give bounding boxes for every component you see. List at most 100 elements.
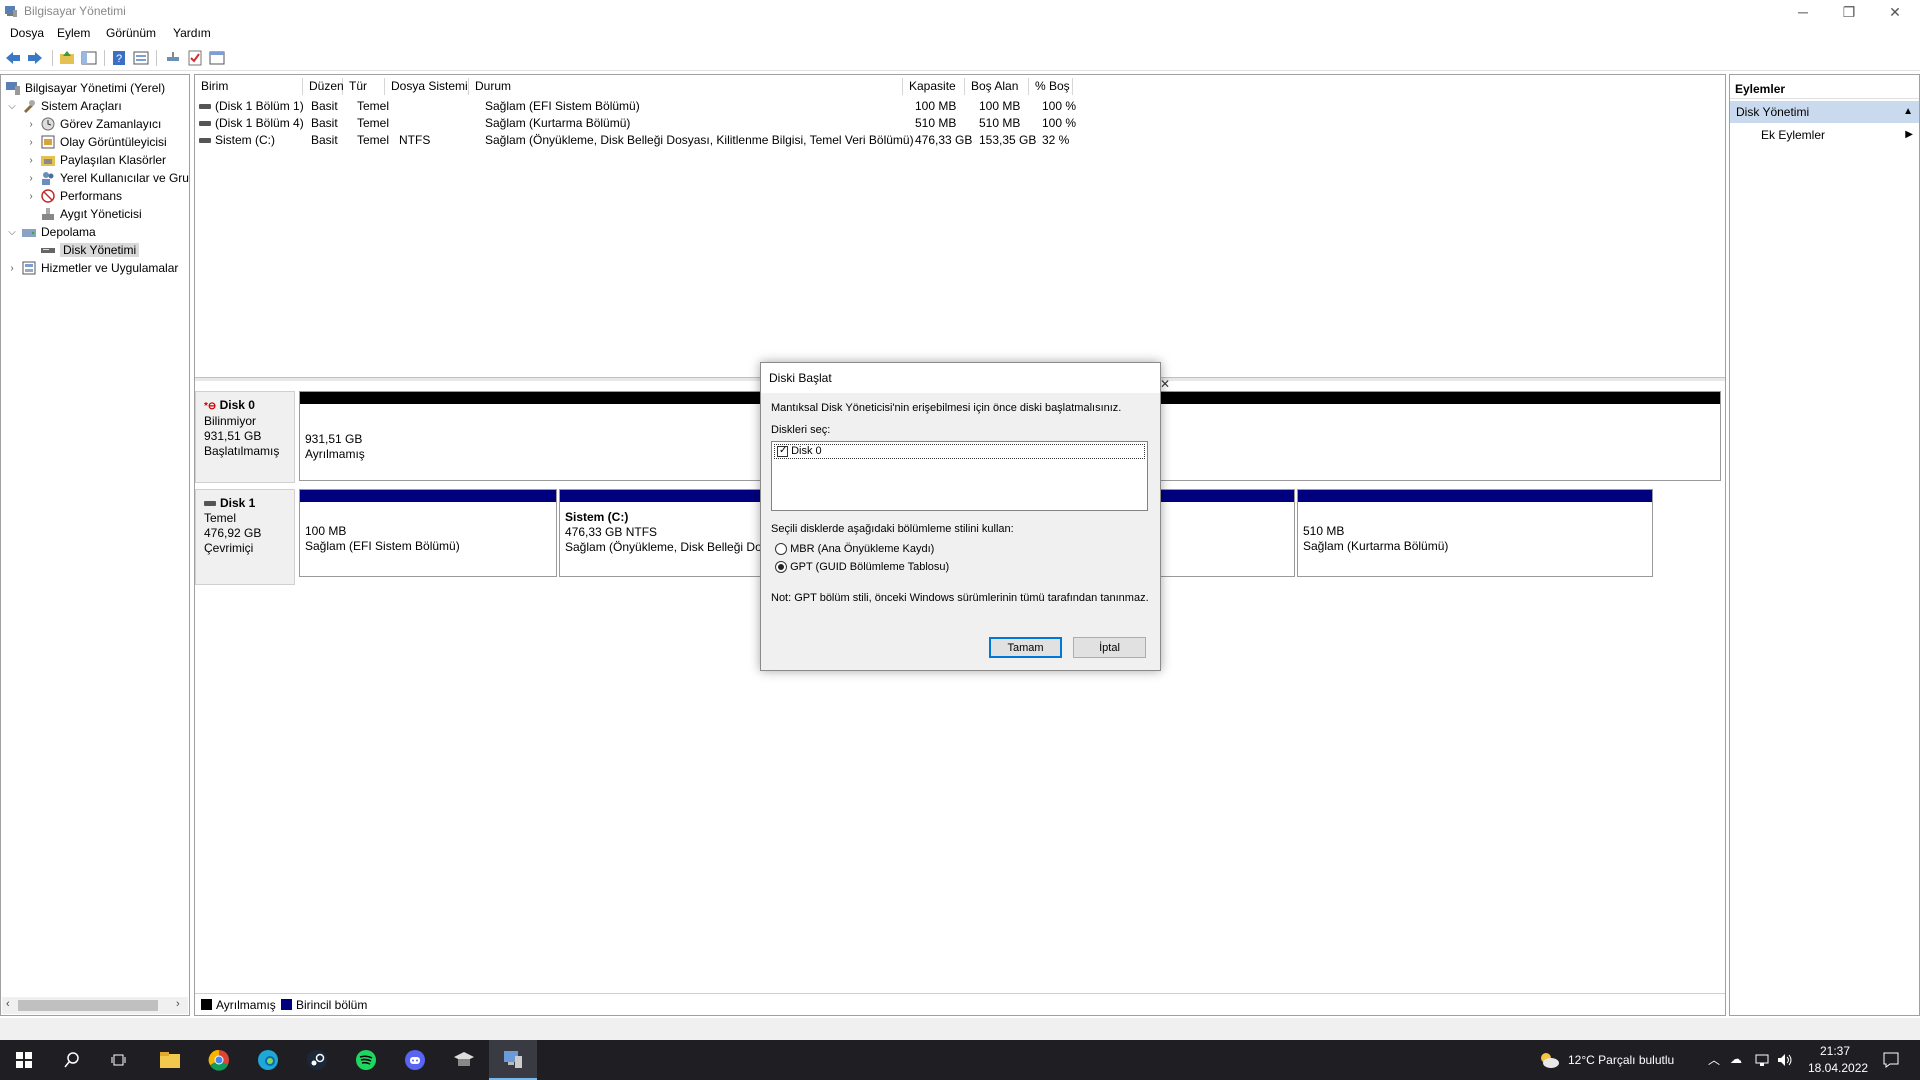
menu-dosya[interactable]: Dosya — [10, 26, 44, 40]
col-header-duzen[interactable]: Düzen — [303, 78, 344, 95]
search-button[interactable] — [48, 1040, 96, 1080]
tree-root[interactable]: Bilgisayar Yönetimi (Yerel) — [5, 79, 165, 97]
scroll-right-icon[interactable]: › — [176, 998, 180, 1010]
tree-storage[interactable]: ⌵ Depolama — [7, 223, 96, 241]
legend-unallocated: Ayrılmamış — [216, 998, 276, 1012]
forward-arrow-icon[interactable] — [26, 49, 44, 67]
storage-icon — [22, 229, 36, 237]
minimize-button[interactable]: ─ — [1780, 0, 1826, 24]
installer-app-button[interactable] — [440, 1040, 488, 1080]
volume-list: Birim Düzen Tür Dosya Sistemi Durum Kapa… — [195, 75, 1725, 377]
disk-0-list-item[interactable]: ✓ Disk 0 — [774, 444, 1145, 459]
menu-gorunum[interactable]: Görünüm — [106, 26, 156, 40]
chevron-right-icon[interactable]: › — [26, 155, 36, 166]
gpt-radio[interactable] — [775, 561, 787, 574]
tree-local-users[interactable]: › Yerel Kullanıcılar ve Gru — [26, 169, 189, 187]
gpt-option[interactable]: GPT (GUID Bölümleme Tablosu) — [775, 561, 949, 574]
close-icon: ✕ — [1160, 377, 1171, 391]
chevron-up-icon[interactable]: ︿ — [1708, 1051, 1720, 1068]
clock-time[interactable]: 21:37 — [1820, 1044, 1850, 1058]
network-icon[interactable] — [1754, 1052, 1770, 1068]
chevron-right-icon[interactable]: › — [26, 137, 36, 148]
tree-device-manager[interactable]: Aygıt Yöneticisi — [40, 205, 142, 223]
onedrive-cloud-icon[interactable]: ☁ — [1730, 1052, 1742, 1066]
task-view-button[interactable] — [96, 1040, 144, 1080]
mbr-option[interactable]: MBR (Ana Önyükleme Kaydı) — [775, 543, 934, 556]
tree-shared-folders[interactable]: › Paylaşılan Klasörler — [26, 151, 166, 169]
tree-horizontal-scrollbar[interactable]: ‹ › — [2, 997, 188, 1014]
connect-icon[interactable] — [164, 49, 182, 67]
actions-section-disk-management[interactable]: Disk Yönetimi ▲ — [1730, 101, 1919, 123]
help-icon[interactable]: ? — [110, 49, 128, 67]
col-header-birim[interactable]: Birim — [195, 78, 303, 95]
col-header-dosya-sistemi[interactable]: Dosya Sistemi — [385, 78, 469, 95]
tree-task-scheduler[interactable]: › Görev Zamanlayıcı — [26, 115, 161, 133]
menu-yardim[interactable]: Yardım — [173, 26, 211, 40]
tree-system-tools[interactable]: ⌵ Sistem Araçları — [7, 97, 122, 115]
up-folder-icon[interactable] — [58, 49, 76, 67]
steam-button[interactable] — [293, 1040, 341, 1080]
chevron-right-icon[interactable]: › — [26, 173, 36, 184]
disk-1-label[interactable]: Disk 1 Temel 476,92 GB Çevrimiçi — [195, 489, 295, 585]
col-header-kapasite[interactable]: Kapasite — [903, 78, 965, 95]
edge-button[interactable] — [244, 1040, 292, 1080]
disk-1-efi-partition[interactable]: 100 MB Sağlam (EFI Sistem Bölümü) — [299, 489, 557, 577]
properties-icon[interactable] — [132, 49, 150, 67]
chevron-right-icon[interactable]: › — [26, 119, 36, 130]
chevron-right-icon[interactable]: › — [26, 191, 36, 202]
table-row[interactable]: Sistem (C:) — [199, 133, 275, 147]
notifications-icon[interactable] — [1882, 1051, 1900, 1069]
dialog-title-bar: Diski Başlat ✕ — [761, 363, 1170, 393]
table-row[interactable]: (Disk 1 Bölüm 1) — [199, 99, 304, 113]
chevron-right-icon[interactable]: › — [7, 263, 17, 274]
disk-0-label[interactable]: *⊖ Disk 0 Bilinmiyor 931,51 GB Başlatılm… — [195, 391, 295, 483]
menu-eylem[interactable]: Eylem — [57, 26, 90, 40]
disk-0-checkbox[interactable]: ✓ — [777, 445, 788, 457]
navigation-tree: Bilgisayar Yönetimi (Yerel) ⌵ Sistem Ara… — [0, 74, 190, 1016]
col-header-durum[interactable]: Durum — [469, 78, 903, 95]
toolbar: ? — [0, 45, 1920, 71]
col-header-tur[interactable]: Tür — [343, 78, 385, 95]
col-header-bos-alan[interactable]: Boş Alan — [965, 78, 1029, 95]
ok-button[interactable]: Tamam — [989, 637, 1062, 658]
discord-icon — [405, 1050, 425, 1070]
scroll-left-icon[interactable]: ‹ — [6, 998, 10, 1010]
spotify-button[interactable] — [342, 1040, 390, 1080]
scroll-thumb[interactable] — [18, 1000, 158, 1011]
more-actions-item[interactable]: Ek Eylemler ▶ — [1730, 125, 1919, 145]
legend-swatch-primary — [281, 999, 292, 1010]
cancel-button[interactable]: İptal — [1073, 637, 1146, 658]
mbr-radio[interactable] — [775, 543, 787, 556]
volume-speaker-icon[interactable] — [1776, 1052, 1794, 1068]
file-explorer-button[interactable] — [146, 1040, 194, 1080]
tree-services-apps[interactable]: › Hizmetler ve Uygulamalar — [7, 259, 178, 277]
clock-date[interactable]: 18.04.2022 — [1808, 1061, 1868, 1075]
windows-logo-icon — [16, 1052, 32, 1068]
volume-icon — [199, 138, 211, 144]
show-hide-tree-icon[interactable] — [80, 49, 98, 67]
restore-button[interactable]: ❐ — [1826, 0, 1872, 24]
services-icon — [22, 261, 36, 275]
settings-window-icon[interactable] — [208, 49, 226, 67]
disk-select-list: ✓ Disk 0 — [771, 441, 1148, 511]
weather-partly-cloudy-icon[interactable] — [1538, 1050, 1560, 1070]
chevron-down-icon[interactable]: ⌵ — [7, 101, 17, 112]
close-button[interactable]: ✕ — [1872, 0, 1918, 24]
disk-1-recovery-partition[interactable]: 510 MB Sağlam (Kurtarma Bölümü) — [1297, 489, 1653, 577]
tree-disk-management[interactable]: Disk Yönetimi — [40, 241, 140, 259]
tree-performance[interactable]: › Performans — [26, 187, 122, 205]
check-icon[interactable] — [186, 49, 204, 67]
start-button[interactable] — [0, 1040, 48, 1080]
select-disks-label: Diskleri seç: — [771, 424, 831, 436]
chrome-button[interactable] — [195, 1040, 243, 1080]
col-header-yuzde-bos[interactable]: % Boş — [1029, 78, 1073, 95]
collapse-up-icon[interactable]: ▲ — [1903, 101, 1913, 123]
tree-event-viewer[interactable]: › Olay Görüntüleyicisi — [26, 133, 166, 151]
chevron-down-icon[interactable]: ⌵ — [7, 227, 17, 238]
discord-button[interactable] — [391, 1040, 439, 1080]
computer-management-taskbar-button[interactable] — [489, 1040, 537, 1080]
table-row[interactable]: (Disk 1 Bölüm 4) — [199, 116, 304, 130]
weather-text[interactable]: 12°C Parçalı bulutlu — [1568, 1053, 1674, 1067]
performance-icon — [41, 189, 55, 203]
back-arrow-icon[interactable] — [4, 49, 22, 67]
